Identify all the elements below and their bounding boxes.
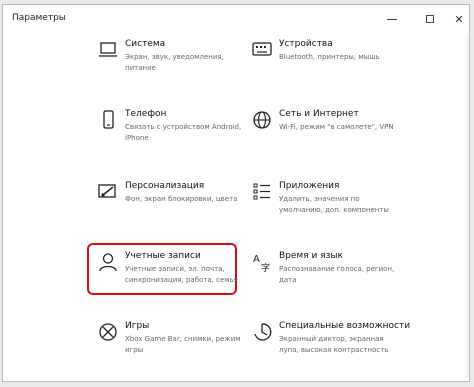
settings-tile-accounts[interactable]: Учетные записи Учетные записи, эл. почта… — [97, 251, 267, 309]
phone-icon — [103, 110, 114, 129]
settings-tile-accessibility[interactable]: Специальные возможности Экранный диктор,… — [251, 321, 421, 379]
tile-title: Специальные возможности — [279, 321, 411, 331]
maximize-icon — [426, 15, 434, 23]
user-icon — [99, 253, 117, 272]
tile-description: Xbox Game Bar, снимки, режим игры — [125, 335, 241, 354]
laptop-icon — [99, 42, 117, 57]
settings-window: Параметры ✕ Система Экран, звук, уведомл… — [2, 4, 470, 382]
window-title: Параметры — [12, 13, 66, 23]
tile-title: Телефон — [125, 109, 167, 119]
tile-title: Персонализация — [125, 181, 205, 191]
minimize-icon — [387, 18, 397, 20]
tile-description: Учетные записи, эл. почта, синхронизация… — [125, 265, 238, 284]
settings-tile-devices[interactable]: Устройства Bluetooth, принтеры, мышь — [251, 39, 421, 97]
tile-description: Удалить, значения по умолчанию, доп. ком… — [279, 195, 389, 214]
settings-tile-time-language[interactable]: A 字 Время и язык Распознавание голоса, р… — [251, 251, 421, 309]
close-icon: ✕ — [454, 12, 464, 26]
settings-tile-personalization[interactable]: Персонализация Фон, экран блокировки, цв… — [97, 181, 267, 239]
paintbrush-icon — [98, 184, 116, 198]
maximize-button[interactable] — [415, 5, 445, 33]
settings-tile-phone[interactable]: Телефон Связать с устройством Android, i… — [97, 109, 267, 167]
tile-description: Распознавание голоса, регион, дата — [279, 265, 395, 284]
tile-title: Система — [125, 39, 166, 49]
xbox-icon — [99, 323, 117, 341]
apps-list-icon — [253, 183, 270, 200]
tile-title: Приложения — [279, 181, 340, 191]
tile-description: Фон, экран блокировки, цвета — [125, 195, 238, 203]
tile-title: Учетные записи — [125, 251, 201, 261]
scrollbar[interactable] — [465, 33, 469, 377]
settings-tile-network[interactable]: Сеть и Интернет Wi-Fi, режим "в самолете… — [251, 109, 421, 167]
tile-title: Игры — [125, 321, 150, 331]
tile-description: Wi-Fi, режим "в самолете", VPN — [279, 123, 394, 131]
keyboard-icon — [252, 42, 272, 56]
close-button[interactable]: ✕ — [444, 5, 469, 33]
accessibility-icon — [254, 323, 272, 341]
title-bar: Параметры ✕ — [3, 5, 469, 33]
tile-description: Связать с устройством Android, iPhone — [125, 123, 242, 142]
tile-description: Экранный диктор, экранная лупа, высокая … — [279, 335, 389, 354]
tile-description: Экран, звук, уведомления, питание — [125, 53, 224, 72]
globe-icon — [253, 111, 271, 129]
minimize-button[interactable] — [377, 5, 407, 33]
settings-tile-apps[interactable]: Приложения Удалить, значения по умолчани… — [251, 181, 421, 239]
settings-tile-system[interactable]: Система Экран, звук, уведомления, питани… — [97, 39, 267, 97]
svg-text:A: A — [253, 254, 260, 265]
settings-tile-gaming[interactable]: Игры Xbox Game Bar, снимки, режим игры — [97, 321, 267, 379]
tile-title: Сеть и Интернет — [279, 109, 359, 119]
tile-description: Bluetooth, принтеры, мышь — [279, 53, 380, 61]
tile-title: Время и язык — [279, 251, 343, 261]
time-language-icon: A 字 — [253, 254, 270, 273]
tile-title: Устройства — [279, 39, 333, 49]
svg-text:字: 字 — [261, 262, 270, 273]
